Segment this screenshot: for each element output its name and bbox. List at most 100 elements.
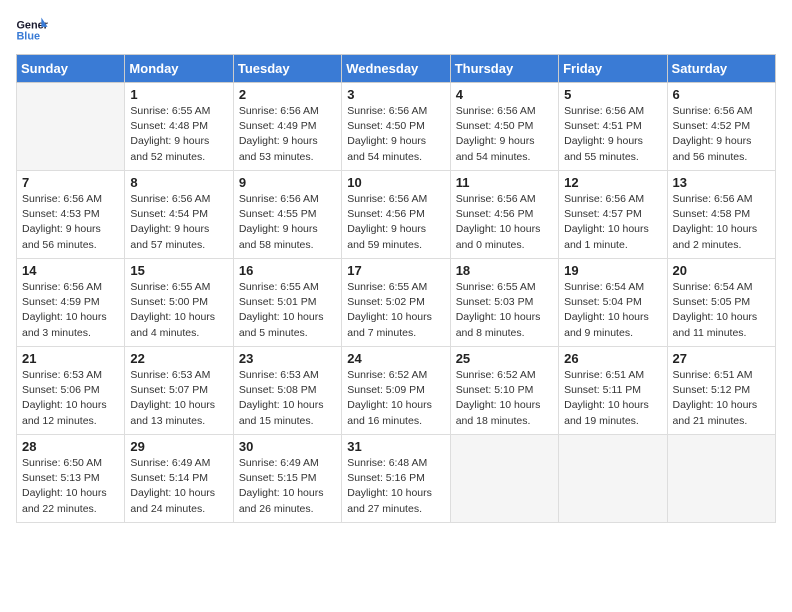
day-detail: Sunrise: 6:51 AM Sunset: 5:12 PM Dayligh…	[673, 368, 770, 429]
day-detail: Sunrise: 6:56 AM Sunset: 4:59 PM Dayligh…	[22, 280, 119, 341]
day-number: 22	[130, 351, 227, 366]
calendar-cell: 30 Sunrise: 6:49 AM Sunset: 5:15 PM Dayli…	[233, 435, 341, 523]
calendar-cell: 8 Sunrise: 6:56 AM Sunset: 4:54 PM Daylig…	[125, 171, 233, 259]
day-number: 6	[673, 87, 770, 102]
day-detail: Sunrise: 6:56 AM Sunset: 4:50 PM Dayligh…	[347, 104, 444, 165]
calendar-cell: 19 Sunrise: 6:54 AM Sunset: 5:04 PM Dayli…	[559, 259, 667, 347]
calendar-cell	[667, 435, 775, 523]
calendar-cell: 11 Sunrise: 6:56 AM Sunset: 4:56 PM Dayli…	[450, 171, 558, 259]
page-header: General Blue	[16, 16, 776, 44]
header-saturday: Saturday	[667, 55, 775, 83]
header-thursday: Thursday	[450, 55, 558, 83]
calendar-cell: 2 Sunrise: 6:56 AM Sunset: 4:49 PM Daylig…	[233, 83, 341, 171]
calendar-cell: 27 Sunrise: 6:51 AM Sunset: 5:12 PM Dayli…	[667, 347, 775, 435]
calendar-cell: 15Sunrise: 6:55 AM Sunset: 5:00 PM Dayli…	[125, 259, 233, 347]
day-number: 8	[130, 175, 227, 190]
calendar-cell: 4 Sunrise: 6:56 AM Sunset: 4:50 PM Daylig…	[450, 83, 558, 171]
day-number: 31	[347, 439, 444, 454]
calendar-cell: 9 Sunrise: 6:56 AM Sunset: 4:55 PM Daylig…	[233, 171, 341, 259]
day-detail: Sunrise: 6:55 AM Sunset: 5:00 PM Dayligh…	[130, 280, 227, 341]
header-sunday: Sunday	[17, 55, 125, 83]
day-detail: Sunrise: 6:56 AM Sunset: 4:56 PM Dayligh…	[456, 192, 553, 253]
day-detail: Sunrise: 6:49 AM Sunset: 5:14 PM Dayligh…	[130, 456, 227, 517]
day-detail: Sunrise: 6:56 AM Sunset: 4:50 PM Dayligh…	[456, 104, 553, 165]
calendar-cell: 22 Sunrise: 6:53 AM Sunset: 5:07 PM Dayli…	[125, 347, 233, 435]
day-number: 19	[564, 263, 661, 278]
calendar-cell: 14 Sunrise: 6:56 AM Sunset: 4:59 PM Dayli…	[17, 259, 125, 347]
calendar-cell	[450, 435, 558, 523]
day-detail: Sunrise: 6:56 AM Sunset: 4:58 PM Dayligh…	[673, 192, 770, 253]
day-detail: Sunrise: 6:56 AM Sunset: 4:55 PM Dayligh…	[239, 192, 336, 253]
calendar-cell: 18 Sunrise: 6:55 AM Sunset: 5:03 PM Dayli…	[450, 259, 558, 347]
day-detail: Sunrise: 6:55 AM Sunset: 5:02 PM Dayligh…	[347, 280, 444, 341]
day-detail: Sunrise: 6:53 AM Sunset: 5:08 PM Dayligh…	[239, 368, 336, 429]
day-number: 29	[130, 439, 227, 454]
day-number: 7	[22, 175, 119, 190]
calendar-cell: 7 Sunrise: 6:56 AM Sunset: 4:53 PM Daylig…	[17, 171, 125, 259]
day-detail: Sunrise: 6:56 AM Sunset: 4:54 PM Dayligh…	[130, 192, 227, 253]
day-number: 26	[564, 351, 661, 366]
day-number: 23	[239, 351, 336, 366]
day-number: 12	[564, 175, 661, 190]
day-number: 17	[347, 263, 444, 278]
day-number: 2	[239, 87, 336, 102]
calendar-cell: 28Sunrise: 6:50 AM Sunset: 5:13 PM Dayli…	[17, 435, 125, 523]
calendar-cell: 29 Sunrise: 6:49 AM Sunset: 5:14 PM Dayli…	[125, 435, 233, 523]
day-number: 9	[239, 175, 336, 190]
week-row-1: 1 Sunrise: 6:55 AM Sunset: 4:48 PM Daylig…	[17, 83, 776, 171]
day-detail: Sunrise: 6:51 AM Sunset: 5:11 PM Dayligh…	[564, 368, 661, 429]
day-number: 5	[564, 87, 661, 102]
day-detail: Sunrise: 6:56 AM Sunset: 4:51 PM Dayligh…	[564, 104, 661, 165]
day-number: 27	[673, 351, 770, 366]
calendar-cell	[559, 435, 667, 523]
day-number: 21	[22, 351, 119, 366]
day-number: 16	[239, 263, 336, 278]
day-number: 30	[239, 439, 336, 454]
day-detail: Sunrise: 6:56 AM Sunset: 4:52 PM Dayligh…	[673, 104, 770, 165]
calendar-cell: 5 Sunrise: 6:56 AM Sunset: 4:51 PM Daylig…	[559, 83, 667, 171]
day-number: 18	[456, 263, 553, 278]
calendar-cell: 25 Sunrise: 6:52 AM Sunset: 5:10 PM Dayli…	[450, 347, 558, 435]
calendar-cell: 1 Sunrise: 6:55 AM Sunset: 4:48 PM Daylig…	[125, 83, 233, 171]
calendar-header-row: SundayMondayTuesdayWednesdayThursdayFrid…	[17, 55, 776, 83]
header-monday: Monday	[125, 55, 233, 83]
day-detail: Sunrise: 6:52 AM Sunset: 5:09 PM Dayligh…	[347, 368, 444, 429]
day-detail: Sunrise: 6:50 AM Sunset: 5:13 PM Dayligh…	[22, 456, 119, 517]
day-detail: Sunrise: 6:54 AM Sunset: 5:04 PM Dayligh…	[564, 280, 661, 341]
day-detail: Sunrise: 6:56 AM Sunset: 4:57 PM Dayligh…	[564, 192, 661, 253]
day-number: 13	[673, 175, 770, 190]
day-number: 1	[130, 87, 227, 102]
day-detail: Sunrise: 6:49 AM Sunset: 5:15 PM Dayligh…	[239, 456, 336, 517]
day-detail: Sunrise: 6:52 AM Sunset: 5:10 PM Dayligh…	[456, 368, 553, 429]
calendar-cell: 17 Sunrise: 6:55 AM Sunset: 5:02 PM Dayli…	[342, 259, 450, 347]
day-number: 20	[673, 263, 770, 278]
day-number: 11	[456, 175, 553, 190]
day-number: 3	[347, 87, 444, 102]
day-detail: Sunrise: 6:55 AM Sunset: 4:48 PM Dayligh…	[130, 104, 227, 165]
day-detail: Sunrise: 6:48 AM Sunset: 5:16 PM Dayligh…	[347, 456, 444, 517]
calendar-cell: 26 Sunrise: 6:51 AM Sunset: 5:11 PM Dayli…	[559, 347, 667, 435]
week-row-2: 7 Sunrise: 6:56 AM Sunset: 4:53 PM Daylig…	[17, 171, 776, 259]
calendar-cell: 10Sunrise: 6:56 AM Sunset: 4:56 PM Dayli…	[342, 171, 450, 259]
header-wednesday: Wednesday	[342, 55, 450, 83]
day-detail: Sunrise: 6:53 AM Sunset: 5:06 PM Dayligh…	[22, 368, 119, 429]
day-detail: Sunrise: 6:56 AM Sunset: 4:53 PM Dayligh…	[22, 192, 119, 253]
header-friday: Friday	[559, 55, 667, 83]
day-detail: Sunrise: 6:53 AM Sunset: 5:07 PM Dayligh…	[130, 368, 227, 429]
week-row-4: 21 Sunrise: 6:53 AM Sunset: 5:06 PM Dayli…	[17, 347, 776, 435]
calendar-cell: 23 Sunrise: 6:53 AM Sunset: 5:08 PM Dayli…	[233, 347, 341, 435]
day-detail: Sunrise: 6:55 AM Sunset: 5:03 PM Dayligh…	[456, 280, 553, 341]
day-number: 25	[456, 351, 553, 366]
calendar-cell: 16Sunrise: 6:55 AM Sunset: 5:01 PM Dayli…	[233, 259, 341, 347]
day-number: 4	[456, 87, 553, 102]
day-number: 14	[22, 263, 119, 278]
calendar-cell: 12 Sunrise: 6:56 AM Sunset: 4:57 PM Dayli…	[559, 171, 667, 259]
calendar-cell: 31 Sunrise: 6:48 AM Sunset: 5:16 PM Dayli…	[342, 435, 450, 523]
calendar-cell: 20Sunrise: 6:54 AM Sunset: 5:05 PM Dayli…	[667, 259, 775, 347]
week-row-3: 14 Sunrise: 6:56 AM Sunset: 4:59 PM Dayli…	[17, 259, 776, 347]
calendar-cell	[17, 83, 125, 171]
calendar-cell: 24Sunrise: 6:52 AM Sunset: 5:09 PM Dayli…	[342, 347, 450, 435]
day-detail: Sunrise: 6:56 AM Sunset: 4:49 PM Dayligh…	[239, 104, 336, 165]
logo: General Blue	[16, 16, 52, 44]
calendar-cell: 21 Sunrise: 6:53 AM Sunset: 5:06 PM Dayli…	[17, 347, 125, 435]
